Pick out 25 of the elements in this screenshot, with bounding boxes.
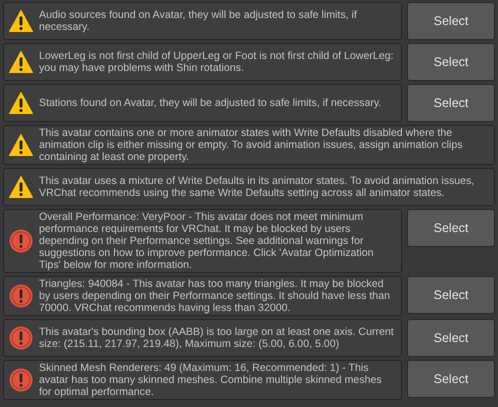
message-text: Triangles: 940084 - This avatar has too many triangles. It may be blocked by users depending on their Performance settings. It should have less than 70000. VRChat recommends having less than 32000.	[39, 278, 391, 314]
error-icon	[9, 326, 33, 350]
select-button[interactable]: Select	[407, 360, 495, 398]
error-icon	[9, 368, 33, 392]
select-button[interactable]: Select	[407, 276, 495, 314]
select-button[interactable]: Select	[407, 2, 495, 40]
select-button[interactable]: Select	[407, 84, 495, 122]
warning-icon	[9, 91, 33, 115]
message-text: Stations found on Avatar, they will be adjusted to safe limits, if necessary.	[39, 97, 382, 109]
message-text: Skinned Mesh Renderers: 49 (Maximum: 16, Recommended: 1) - This avatar has too many skinned meshes. Combine multiple skinned meshes for optimal performance.	[39, 362, 383, 398]
warning-icon	[9, 50, 33, 74]
select-button[interactable]: Select	[407, 319, 495, 357]
message-text: Audio sources found on Avatar, they will be adjusted to safe limits, if necessary.	[39, 9, 358, 33]
message-text: Overall Performance: VeryPoor - This avatar does not meet minimum performance requirements for VRChat. It may be blocked by users depending on their Performance settings. See additional warnings for suggestions on how to improve performance. Click 'Avatar Optimization Tips' below for more information.	[39, 211, 375, 271]
message-text: LowerLeg is not first child of UpperLeg or Foot is not first child of LowerLeg: you may have problems with Shin rotations.	[39, 50, 394, 74]
message-text: This avatar uses a mixture of Write Defaults in its animator states. To avoid animation issues, VRChat recommends using the same Write Defaults setting across all animator states.	[39, 175, 476, 199]
warning-icon	[9, 175, 33, 199]
error-icon	[9, 284, 33, 308]
warning-icon	[9, 133, 33, 157]
message-text: This avatar contains one or more animator states with Write Defaults disabled where the animation clip is either missing or empty. To avoid animation issues, assign animation clips containing at least one property.	[39, 127, 464, 163]
select-button[interactable]: Select	[407, 209, 495, 247]
message-text: This avatar's bounding box (AABB) is too large on at least one axis. Current size: (215.11, 217.97, 219.48), Maximum size: (5.00, 6.00, 5.00)	[39, 326, 395, 350]
warning-icon	[9, 9, 33, 33]
select-button[interactable]: Select	[407, 43, 495, 81]
error-icon	[9, 229, 33, 253]
